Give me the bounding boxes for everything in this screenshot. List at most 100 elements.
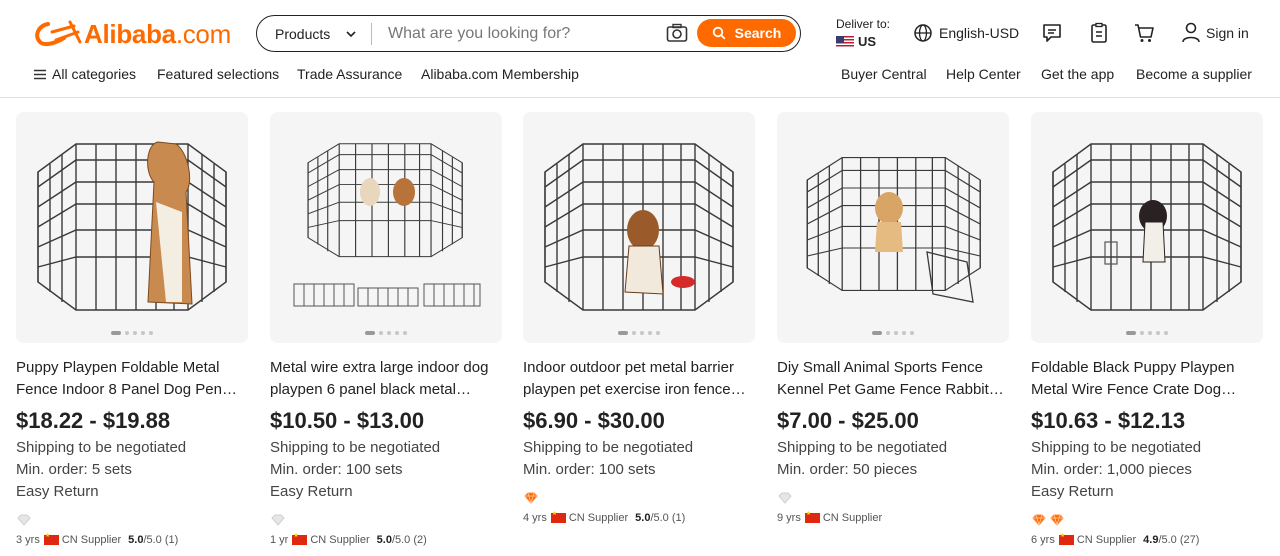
search-icon <box>712 26 726 40</box>
image-carousel-dots <box>616 331 662 335</box>
shipping-info: Shipping to be negotiated <box>523 439 694 456</box>
review-count: (27) <box>1179 534 1200 546</box>
deliver-to[interactable]: Deliver to: US <box>836 17 890 49</box>
sign-in-link[interactable]: Sign in <box>1181 22 1249 43</box>
playpen-with-puppies-image <box>270 112 502 343</box>
product-title[interactable]: Indoor outdoor pet metal barrier playpen… <box>523 357 755 401</box>
messages-icon[interactable] <box>1041 22 1063 44</box>
min-order: Min. order: 100 sets <box>270 461 403 478</box>
cn-flag-icon <box>43 532 59 545</box>
rating-max: /5.0 <box>143 534 162 546</box>
nav-membership[interactable]: Alibaba.com Membership <box>421 66 579 82</box>
supplier-years: 9 yrs <box>777 512 801 524</box>
playpen-with-golden-puppy-image <box>777 112 1009 343</box>
globe-icon <box>914 24 932 42</box>
easy-return-label: Easy Return <box>16 483 99 500</box>
product-price: $18.22 - $19.88 <box>16 408 171 433</box>
rating-max: /5.0 <box>650 512 669 524</box>
supplier-years: 1 yr <box>270 534 289 546</box>
orders-icon[interactable] <box>1088 22 1110 44</box>
sign-in-label: Sign in <box>1206 24 1249 41</box>
nav-featured-selections[interactable]: Featured selections <box>157 66 279 82</box>
supplier-type: CN Supplier <box>61 534 122 546</box>
shipping-info: Shipping to be negotiated <box>270 439 441 456</box>
product-title[interactable]: Foldable Black Puppy Playpen Metal Wire … <box>1031 357 1263 401</box>
alibaba-logo-icon <box>35 20 82 47</box>
product-card[interactable]: Puppy Playpen Foldable Metal Fence Indoo… <box>16 112 248 556</box>
supplier-info[interactable]: 9 yrs CN Supplier <box>777 510 883 524</box>
verified-gem-icon <box>16 514 34 526</box>
search-category-label: Products <box>275 25 331 42</box>
search-bar: Products Search <box>256 15 801 52</box>
supplier-years: 4 yrs <box>523 512 547 524</box>
review-count: (1) <box>671 512 686 524</box>
nav-all-categories[interactable]: All categories <box>52 66 136 82</box>
easy-return-label: Easy Return <box>1031 483 1114 500</box>
verified-gem-icon <box>523 492 541 504</box>
supplier-type: CN Supplier <box>568 512 629 524</box>
supplier-info[interactable]: 4 yrs CN Supplier 5.0/5.0 (1) <box>523 510 686 524</box>
min-order: Min. order: 1,000 pieces <box>1031 461 1192 478</box>
product-image[interactable] <box>1031 112 1263 343</box>
shipping-info: Shipping to be negotiated <box>1031 439 1202 456</box>
nav-trade-assurance[interactable]: Trade Assurance <box>297 66 402 82</box>
supplier-type: CN Supplier <box>1076 534 1137 546</box>
supplier-rating: 5.0 <box>376 534 392 546</box>
nav-help-center[interactable]: Help Center <box>946 66 1021 82</box>
rating-max: /5.0 <box>1158 534 1177 546</box>
supplier-type: CN Supplier <box>822 512 883 524</box>
product-card[interactable]: Foldable Black Puppy Playpen Metal Wire … <box>1031 112 1263 556</box>
product-image[interactable] <box>16 112 248 343</box>
product-title[interactable]: Puppy Playpen Foldable Metal Fence Indoo… <box>16 357 248 401</box>
product-image[interactable] <box>523 112 755 343</box>
cn-flag-icon <box>550 510 566 523</box>
search-category-dropdown[interactable]: Products <box>257 22 372 45</box>
search-button[interactable]: Search <box>697 19 796 47</box>
language-label: English-USD <box>939 25 1020 41</box>
product-image[interactable] <box>777 112 1009 343</box>
playpen-with-beagle-image <box>523 112 755 343</box>
supplier-info[interactable]: 6 yrs CN Supplier 4.9/5.0 (27) <box>1031 532 1200 546</box>
alibaba-logo[interactable]: Alibaba.com <box>34 17 231 51</box>
image-carousel-dots <box>1124 331 1170 335</box>
nav-become-a-supplier[interactable]: Become a supplier <box>1136 66 1252 82</box>
product-title[interactable]: Diy Small Animal Sports Fence Kennel Pet… <box>777 357 1009 401</box>
product-card[interactable]: Metal wire extra large indoor dog plaype… <box>270 112 502 556</box>
deliver-country: US <box>858 34 877 49</box>
site-header: Alibaba.com Products Search Deliver to: … <box>0 0 1280 98</box>
supplier-rating: 5.0 <box>128 534 144 546</box>
cart-icon[interactable] <box>1133 22 1155 44</box>
min-order: Min. order: 5 sets <box>16 461 132 478</box>
supplier-rating: 5.0 <box>635 512 651 524</box>
easy-return-label: Easy Return <box>270 483 353 500</box>
supplier-years: 6 yrs <box>1031 534 1055 546</box>
search-input[interactable] <box>388 24 658 43</box>
verified-gem-icon <box>270 514 288 526</box>
product-card[interactable]: Indoor outdoor pet metal barrier playpen… <box>523 112 755 556</box>
logo-suffix-text: .com <box>175 18 231 49</box>
review-count: (2) <box>413 534 427 546</box>
language-currency-selector[interactable]: English-USD <box>913 23 1019 43</box>
product-title[interactable]: Metal wire extra large indoor dog plaype… <box>270 357 502 401</box>
menu-icon <box>34 69 46 80</box>
playpen-with-collie-image <box>16 112 248 343</box>
min-order: Min. order: 50 pieces <box>777 461 918 478</box>
rating-max: /5.0 <box>391 534 411 546</box>
user-icon <box>1182 22 1200 43</box>
cn-flag-icon <box>292 532 308 545</box>
deliver-to-label: Deliver to: <box>836 17 891 31</box>
product-price: $10.50 - $13.00 <box>270 408 425 433</box>
product-image[interactable] <box>270 112 502 343</box>
shipping-info: Shipping to be negotiated <box>16 439 187 456</box>
nav-get-the-app[interactable]: Get the app <box>1041 66 1114 82</box>
logo-brand-text: Alibaba <box>84 18 176 49</box>
product-price: $10.63 - $12.13 <box>1031 408 1186 433</box>
image-carousel-dots <box>870 331 916 335</box>
image-carousel-dots <box>109 331 155 335</box>
nav-buyer-central[interactable]: Buyer Central <box>841 66 927 82</box>
supplier-info[interactable]: 1 yr CN Supplier 5.0/5.0 (2) <box>270 532 427 546</box>
product-card[interactable]: Diy Small Animal Sports Fence Kennel Pet… <box>777 112 1009 556</box>
min-order: Min. order: 100 sets <box>523 461 656 478</box>
image-search-icon[interactable] <box>666 23 688 43</box>
supplier-info[interactable]: 3 yrs CN Supplier 5.0/5.0 (1) <box>16 532 178 546</box>
